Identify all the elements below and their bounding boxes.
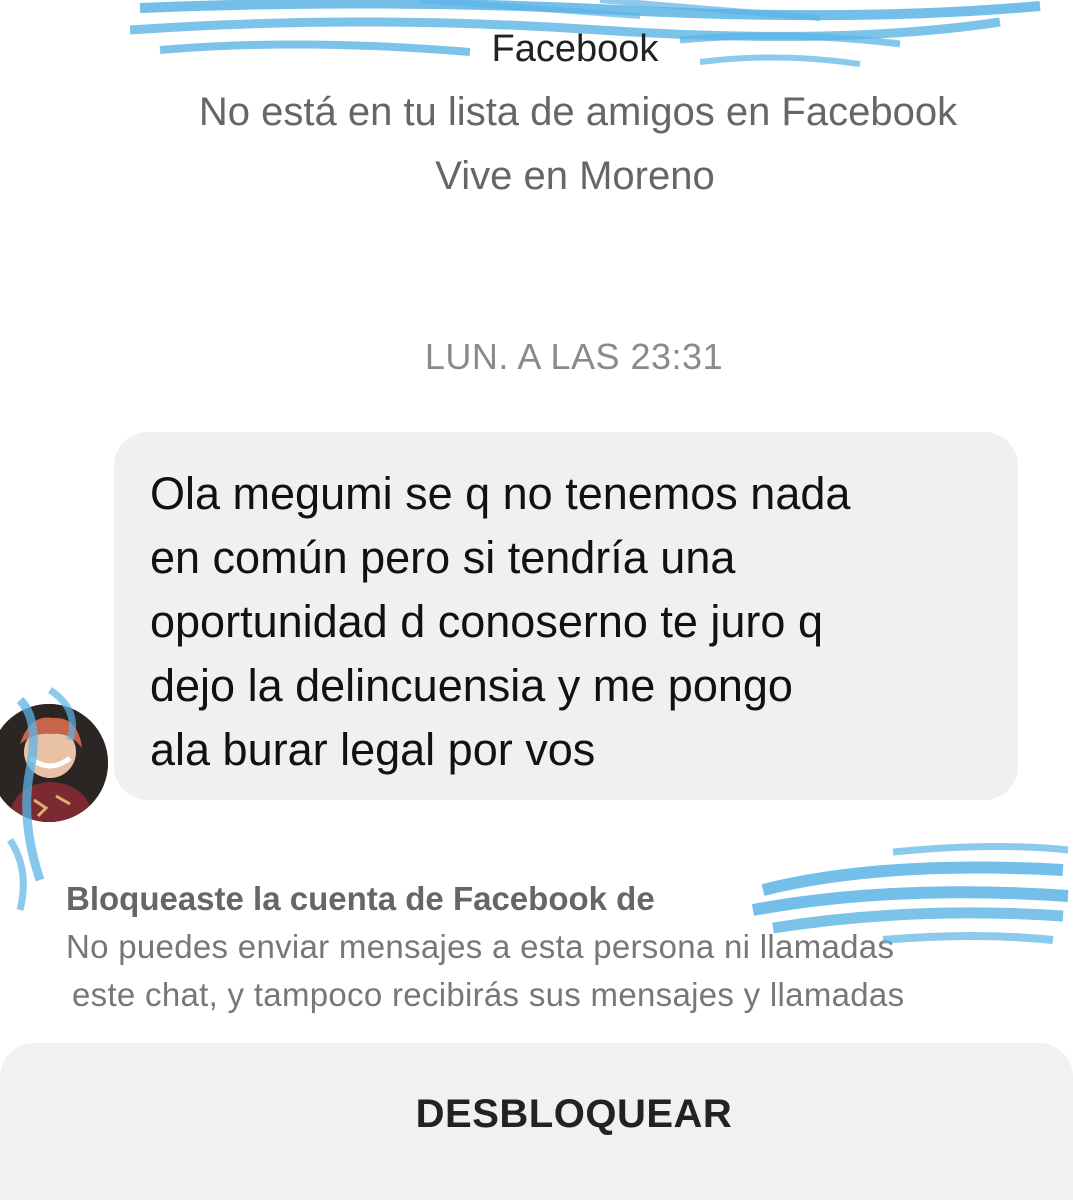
unblock-bar: DESBLOQUEAR bbox=[0, 1043, 1073, 1200]
unblock-button[interactable]: DESBLOQUEAR bbox=[0, 1091, 1073, 1138]
profile-location: Vive en Moreno bbox=[435, 154, 715, 198]
avatar-image-icon bbox=[0, 704, 108, 822]
message-text: Ola megumi se q no tenemos nada en común… bbox=[150, 468, 851, 775]
message-bubble[interactable]: Ola megumi se q no tenemos nada en común… bbox=[114, 432, 1018, 800]
message-row: Ola megumi se q no tenemos nada en común… bbox=[0, 432, 1073, 832]
block-notice-line-2: este chat, y tampoco recibirás sus mensa… bbox=[72, 976, 905, 1013]
avatar[interactable] bbox=[0, 704, 108, 822]
block-notice-title: Bloqueaste la cuenta de Facebook de bbox=[66, 880, 655, 917]
friend-status: No está en tu lista de amigos en Faceboo… bbox=[198, 90, 958, 134]
block-notice-line-1: No puedes enviar mensajes a esta persona… bbox=[66, 928, 895, 965]
message-timestamp: LUN. A LAS 23:31 bbox=[424, 336, 724, 377]
profile-source: Facebook bbox=[491, 28, 659, 70]
